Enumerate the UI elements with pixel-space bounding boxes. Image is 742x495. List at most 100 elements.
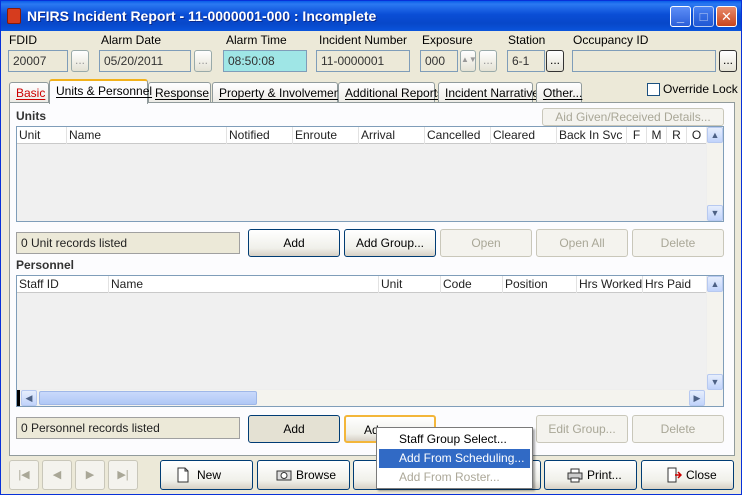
maximize-button[interactable]: □ [693,6,714,27]
units-personnel-panel: Units Aid Given/Received Details... Unit… [9,102,735,456]
personnel-horizontal-scrollbar[interactable]: ◀ ▶ [17,389,707,406]
units-col-cleared[interactable]: Cleared [491,127,557,144]
occupancy-id-label: Occupancy ID [573,33,649,47]
units-record-count: 0 Unit records listed [16,232,240,254]
menu-item-add-from-scheduling[interactable]: Add From Scheduling... [379,449,530,468]
menu-item-add-from-roster[interactable]: Add From Roster... [379,468,530,487]
tab-incident-narrative[interactable]: Incident Narrative [438,82,539,103]
scroll-left-icon[interactable]: ◀ [21,390,37,406]
minimize-icon: _ [676,9,685,24]
add-personnel-button[interactable]: Add [248,415,340,443]
units-grid[interactable]: Unit Name Notified Enroute Arrival Cance… [16,126,724,222]
edit-personnel-group-button[interactable]: Edit Group... [536,415,628,443]
tab-other[interactable]: Other... [536,82,582,103]
scroll-position-marker [17,390,20,406]
alarm-date-lookup-button[interactable]: ... [194,50,212,72]
add-unit-button[interactable]: Add [248,229,340,257]
occupancy-id-lookup-button[interactable]: ... [719,50,737,72]
exposure-spinner[interactable]: ▲▼ [460,50,477,72]
units-col-notified[interactable]: Notified [227,127,293,144]
override-lock-label: Override Lock [663,82,738,96]
personnel-col-hrs-paid[interactable]: Hrs Paid [643,276,707,293]
open-all-units-button[interactable]: Open All [536,229,628,257]
units-vertical-scrollbar[interactable]: ▲ ▼ [706,127,723,221]
personnel-col-name[interactable]: Name [109,276,379,293]
printer-icon [567,468,583,483]
personnel-col-code[interactable]: Code [441,276,503,293]
fdid-lookup-button[interactable]: ... [71,50,89,72]
alarm-date-field[interactable]: 05/20/2011 [99,50,191,72]
scroll-down-icon[interactable]: ▼ [707,374,723,390]
add-unit-group-button[interactable]: Add Group... [344,229,436,257]
personnel-col-staff-id[interactable]: Staff ID [17,276,109,293]
app-icon [7,8,21,24]
next-record-button[interactable]: ▶ [75,460,105,490]
exit-door-icon [667,467,682,483]
new-document-icon [177,467,189,483]
aid-given-received-button[interactable]: Aid Given/Received Details... [542,108,724,126]
delete-personnel-button[interactable]: Delete [632,415,724,443]
fdid-label: FDID [9,33,37,47]
close-icon: ✕ [721,9,732,24]
exposure-lookup-button[interactable]: ... [479,50,497,72]
browse-button-label: Browse [296,468,337,482]
delete-unit-button[interactable]: Delete [632,229,724,257]
maximize-icon: □ [699,9,708,24]
incident-number-field[interactable]: 11-0000001 [316,50,410,72]
personnel-grid[interactable]: Staff ID Name Unit Code Position Hrs Wor… [16,275,724,407]
units-col-name[interactable]: Name [67,127,227,144]
tab-property-involvement[interactable]: Property & Involvement [212,82,344,103]
personnel-col-unit[interactable]: Unit [379,276,441,293]
units-col-unit[interactable]: Unit [17,127,67,144]
tab-response[interactable]: Response [148,82,211,103]
fdid-field[interactable]: 20007 [8,50,68,72]
station-field[interactable]: 6-1 [507,50,545,72]
override-lock-checkbox[interactable] [647,83,660,96]
personnel-col-hrs-worked[interactable]: Hrs Worked [577,276,643,293]
units-col-cancelled[interactable]: Cancelled [425,127,491,144]
units-col-r[interactable]: R [667,127,687,144]
alarm-time-label: Alarm Time [226,33,287,47]
personnel-record-count: 0 Personnel records listed [16,417,240,439]
scroll-up-icon[interactable]: ▲ [707,276,723,292]
tab-basic[interactable]: Basic [9,82,49,103]
scroll-right-icon[interactable]: ▶ [689,390,705,406]
browse-icon [276,470,292,481]
personnel-col-position[interactable]: Position [503,276,577,293]
alarm-time-field[interactable]: 08:50:08 [223,50,307,72]
title-bar[interactable]: NFIRS Incident Report - 11-0000001-000 :… [1,1,741,31]
units-col-enroute[interactable]: Enroute [293,127,359,144]
exposure-field[interactable]: 000 [420,50,458,72]
print-button-label: Print... [587,468,622,482]
tab-units-personnel[interactable]: Units & Personnel [49,79,152,104]
print-button[interactable]: Print... [544,460,637,490]
units-col-back-in-svc[interactable]: Back In Svc [557,127,627,144]
horizontal-scroll-thumb[interactable] [39,391,257,405]
previous-record-button[interactable]: ◀ [42,460,72,490]
new-button[interactable]: New [160,460,253,490]
close-window-button[interactable]: ✕ [716,6,737,27]
tab-additional-reports[interactable]: Additional Reports [338,82,443,103]
station-label: Station [508,33,546,47]
browse-button[interactable]: Browse [257,460,350,490]
minimize-button[interactable]: _ [670,6,691,27]
units-col-o[interactable]: O [687,127,707,144]
close-button[interactable]: Close [641,460,734,490]
personnel-vertical-scrollbar[interactable]: ▲ ▼ [706,276,723,406]
last-record-button[interactable]: ▶| [108,460,138,490]
units-col-arrival[interactable]: Arrival [359,127,425,144]
units-col-m[interactable]: M [647,127,667,144]
units-col-f[interactable]: F [627,127,647,144]
new-button-label: New [197,468,222,482]
menu-item-staff-group-select[interactable]: Staff Group Select... [379,430,530,449]
open-unit-button[interactable]: Open [440,229,532,257]
close-button-label: Close [686,468,717,482]
units-section-title: Units [16,109,46,123]
scroll-up-icon[interactable]: ▲ [707,127,723,143]
first-record-button[interactable]: |◀ [9,460,39,490]
scroll-down-icon[interactable]: ▼ [707,205,723,221]
exposure-label: Exposure [422,33,473,47]
occupancy-id-field[interactable] [572,50,716,72]
personnel-grid-header: Staff ID Name Unit Code Position Hrs Wor… [17,276,707,293]
station-lookup-button[interactable]: ... [546,50,564,72]
